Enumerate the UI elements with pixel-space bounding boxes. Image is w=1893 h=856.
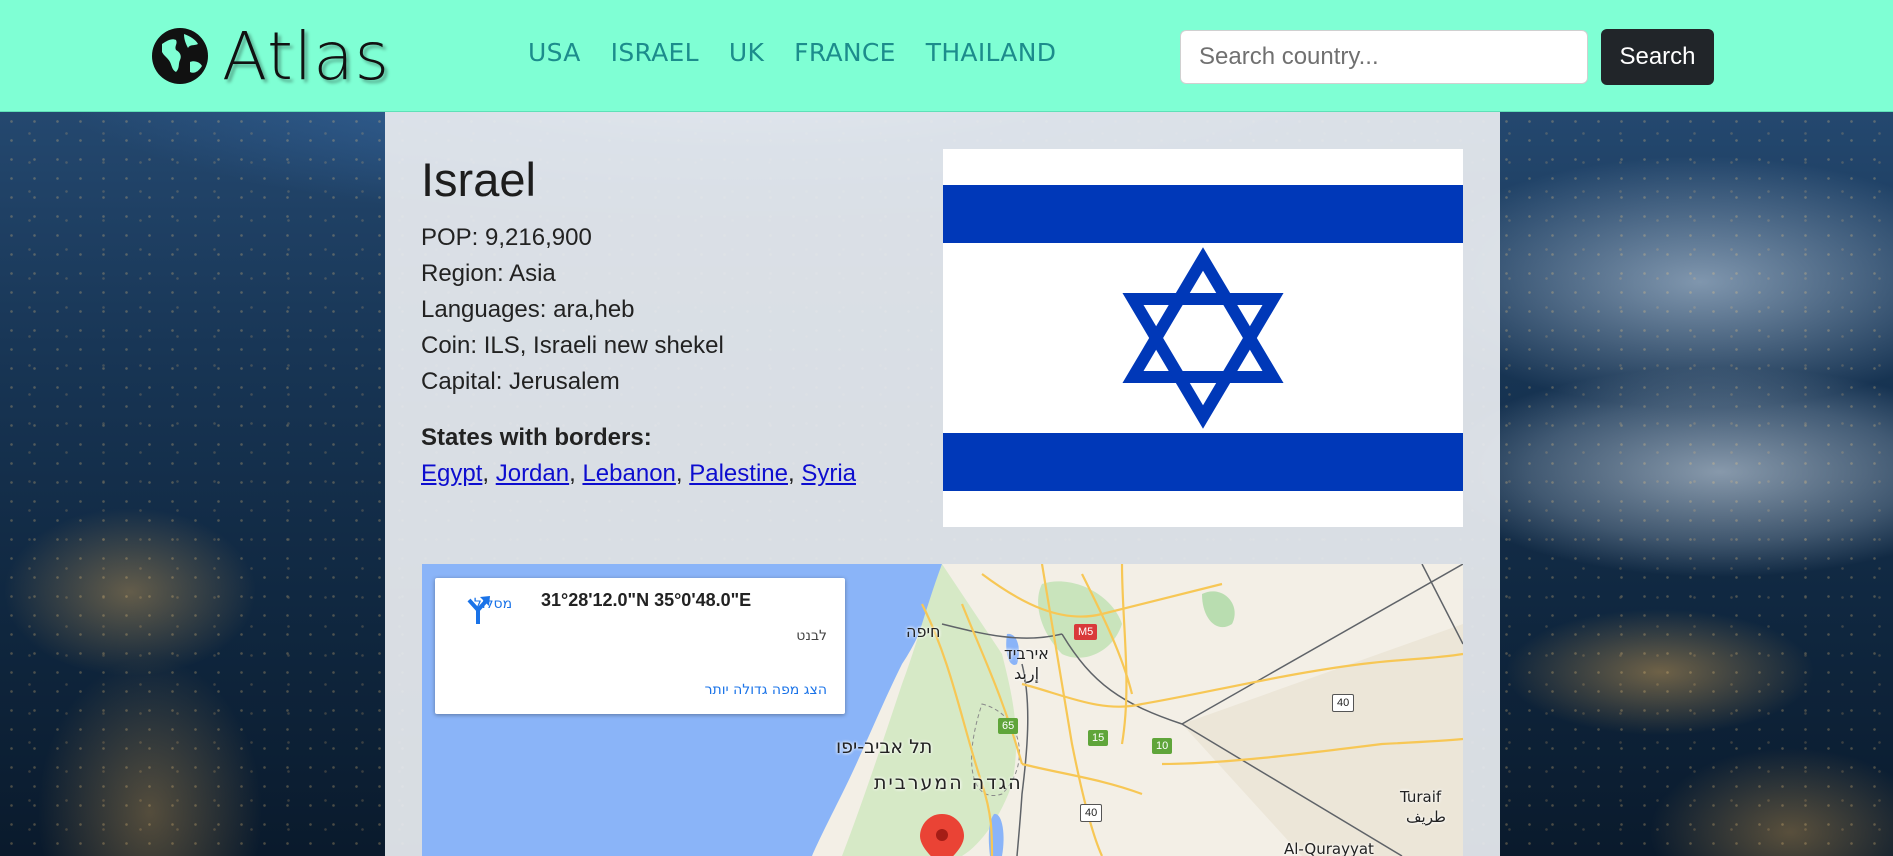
- country-info: POP: 9,216,900 Region: Asia Languages: a…: [421, 220, 724, 400]
- border-link-egypt[interactable]: Egypt: [421, 460, 482, 487]
- top-navbar: Atlas USA ISRAEL UK FRANCE THAILAND Sear…: [0, 0, 1893, 112]
- globe-icon: [152, 28, 208, 84]
- capital-text: Capital: Jerusalem: [421, 368, 620, 395]
- currency-text: Coin: ILS, Israeli new shekel: [421, 332, 724, 359]
- directions-button[interactable]: מסלול: [463, 594, 523, 624]
- map-info-card: מסלול 31°28'12.0"N 35°0'48.0"E לבנט הצג …: [435, 578, 845, 714]
- nav-link-usa[interactable]: USA: [528, 38, 581, 67]
- map-label-turaif-ar: طريف: [1406, 808, 1446, 826]
- logo-link[interactable]: Atlas: [150, 16, 390, 96]
- road-badge-15: 15: [1088, 730, 1109, 746]
- road-badge-10: 10: [1152, 738, 1173, 754]
- border-link-syria[interactable]: Syria: [801, 460, 856, 487]
- map-label-irbid-he: אירביד: [1004, 644, 1049, 663]
- place-name: לבנט: [796, 628, 827, 644]
- country-card: Israel POP: 9,216,900 Region: Asia Langu…: [385, 112, 1500, 856]
- coordinates-text: 31°28'12.0"N 35°0'48.0"E: [541, 590, 752, 610]
- search-input[interactable]: [1180, 30, 1588, 84]
- region-text: Region: Asia: [421, 260, 556, 287]
- road-badge-40-south: 40: [1080, 804, 1103, 822]
- country-nav: USA ISRAEL UK FRANCE THAILAND: [528, 38, 1056, 67]
- country-flag-image: [943, 149, 1463, 527]
- languages-text: Languages: ara,heb: [421, 296, 635, 323]
- country-title: Israel: [421, 153, 536, 206]
- nav-link-uk[interactable]: UK: [729, 38, 764, 67]
- nav-link-thailand[interactable]: THAILAND: [926, 38, 1057, 67]
- road-badge-m5: M5: [1074, 624, 1098, 640]
- border-link-palestine[interactable]: Palestine: [689, 460, 788, 487]
- logo-text: Atlas: [222, 17, 391, 95]
- border-link-jordan[interactable]: Jordan: [496, 460, 569, 487]
- road-badge-40: 40: [1332, 694, 1355, 712]
- border-link-lebanon[interactable]: Lebanon: [582, 460, 675, 487]
- map-label-al-qurayyat: Al-Qurayyat: [1284, 840, 1374, 856]
- map-label-tel-aviv: תל אביב-יפו: [836, 736, 933, 758]
- map-label-west-bank: הגדה המערבית: [874, 772, 1023, 794]
- map-label-turaif: Turaif: [1400, 788, 1442, 806]
- nav-link-israel[interactable]: ISRAEL: [611, 38, 699, 67]
- map-label-haifa: חיפה: [906, 622, 941, 641]
- view-larger-map-link[interactable]: הצג מפה גדולה יותר: [705, 682, 827, 698]
- borders-heading: States with borders:: [421, 424, 652, 451]
- nav-link-france[interactable]: FRANCE: [794, 38, 896, 67]
- road-badge-65: 65: [998, 718, 1019, 734]
- embedded-map[interactable]: חיפה אירביד إربد תל אביב-יפו הגדה המערבי…: [422, 564, 1463, 856]
- directions-icon: [467, 596, 490, 624]
- map-label-irbid-ar: إربد: [1014, 664, 1040, 683]
- population-text: POP: 9,216,900: [421, 224, 592, 251]
- search-button[interactable]: Search: [1601, 29, 1714, 85]
- borders-list: Egypt, Jordan, Lebanon, Palestine, Syria: [421, 460, 856, 487]
